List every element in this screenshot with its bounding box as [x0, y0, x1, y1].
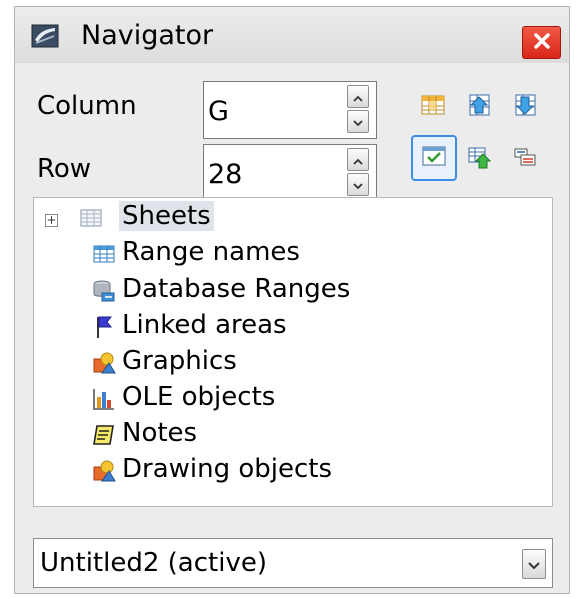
close-icon [533, 32, 551, 54]
expand-icon[interactable]: + [45, 214, 58, 227]
navigator-window: Navigator Column Row [14, 6, 570, 594]
tree-item-drawing-objects[interactable]: Drawing objects [34, 454, 552, 488]
tree-item-label: Notes [122, 418, 198, 448]
tree-item-label: Sheets [119, 201, 214, 231]
start-icon[interactable] [465, 91, 493, 119]
linked-areas-icon [91, 314, 117, 340]
contents-button[interactable] [411, 135, 457, 181]
document-select-value: Untitled2 (active) [40, 548, 267, 578]
sheets-icon [78, 205, 104, 231]
row-field[interactable] [203, 144, 377, 202]
tree-item-label: OLE objects [122, 382, 276, 412]
window-title: Navigator [81, 20, 214, 51]
row-input[interactable] [208, 155, 338, 193]
tree-item-label: Drawing objects [122, 454, 333, 484]
tree-item-notes[interactable]: Notes [34, 418, 552, 452]
contents-icon [421, 144, 447, 172]
tree-item-database-ranges[interactable]: Database Ranges [34, 274, 552, 308]
navigator-icon [31, 24, 59, 48]
chevron-down-icon [353, 175, 363, 194]
tree-item-ole-objects[interactable]: OLE objects [34, 382, 552, 416]
tree-item-graphics[interactable]: Graphics [34, 346, 552, 380]
column-label: Column [37, 91, 137, 121]
row-decrement-button[interactable] [347, 173, 369, 196]
tree-item-label: Linked areas [122, 310, 287, 340]
content-tree[interactable]: + Sheets Range names Database Ranges Lin… [33, 197, 553, 507]
graphics-icon [91, 350, 117, 376]
toggle-icon[interactable] [465, 144, 493, 172]
row-increment-button[interactable] [347, 148, 369, 171]
tree-item-range-names[interactable]: Range names [34, 237, 552, 271]
scenarios-icon[interactable] [511, 144, 539, 172]
notes-icon [91, 422, 117, 448]
ole-objects-icon [91, 386, 117, 412]
row-label: Row [37, 154, 92, 184]
chevron-down-icon [528, 555, 540, 574]
tree-item-label: Graphics [122, 346, 237, 376]
column-decrement-button[interactable] [347, 110, 369, 133]
document-select[interactable]: Untitled2 (active) [33, 538, 553, 588]
tree-item-linked-areas[interactable]: Linked areas [34, 310, 552, 344]
range-names-icon [91, 241, 117, 267]
tree-item-label: Range names [122, 237, 300, 267]
chevron-up-icon [353, 87, 363, 106]
end-icon[interactable] [511, 91, 539, 119]
column-input[interactable] [208, 92, 338, 130]
drawing-objects-icon [91, 458, 117, 484]
database-ranges-icon [91, 278, 117, 304]
document-select-dropdown-button[interactable] [522, 549, 546, 579]
chevron-up-icon [353, 150, 363, 169]
close-button[interactable] [522, 26, 561, 59]
tree-item-sheets[interactable]: + Sheets [34, 201, 552, 235]
tree-item-label: Database Ranges [122, 274, 351, 304]
data-range-icon[interactable] [419, 91, 447, 119]
chevron-down-icon [353, 112, 363, 131]
title-bar[interactable]: Navigator [15, 7, 569, 63]
column-increment-button[interactable] [347, 85, 369, 108]
column-field[interactable] [203, 81, 377, 139]
